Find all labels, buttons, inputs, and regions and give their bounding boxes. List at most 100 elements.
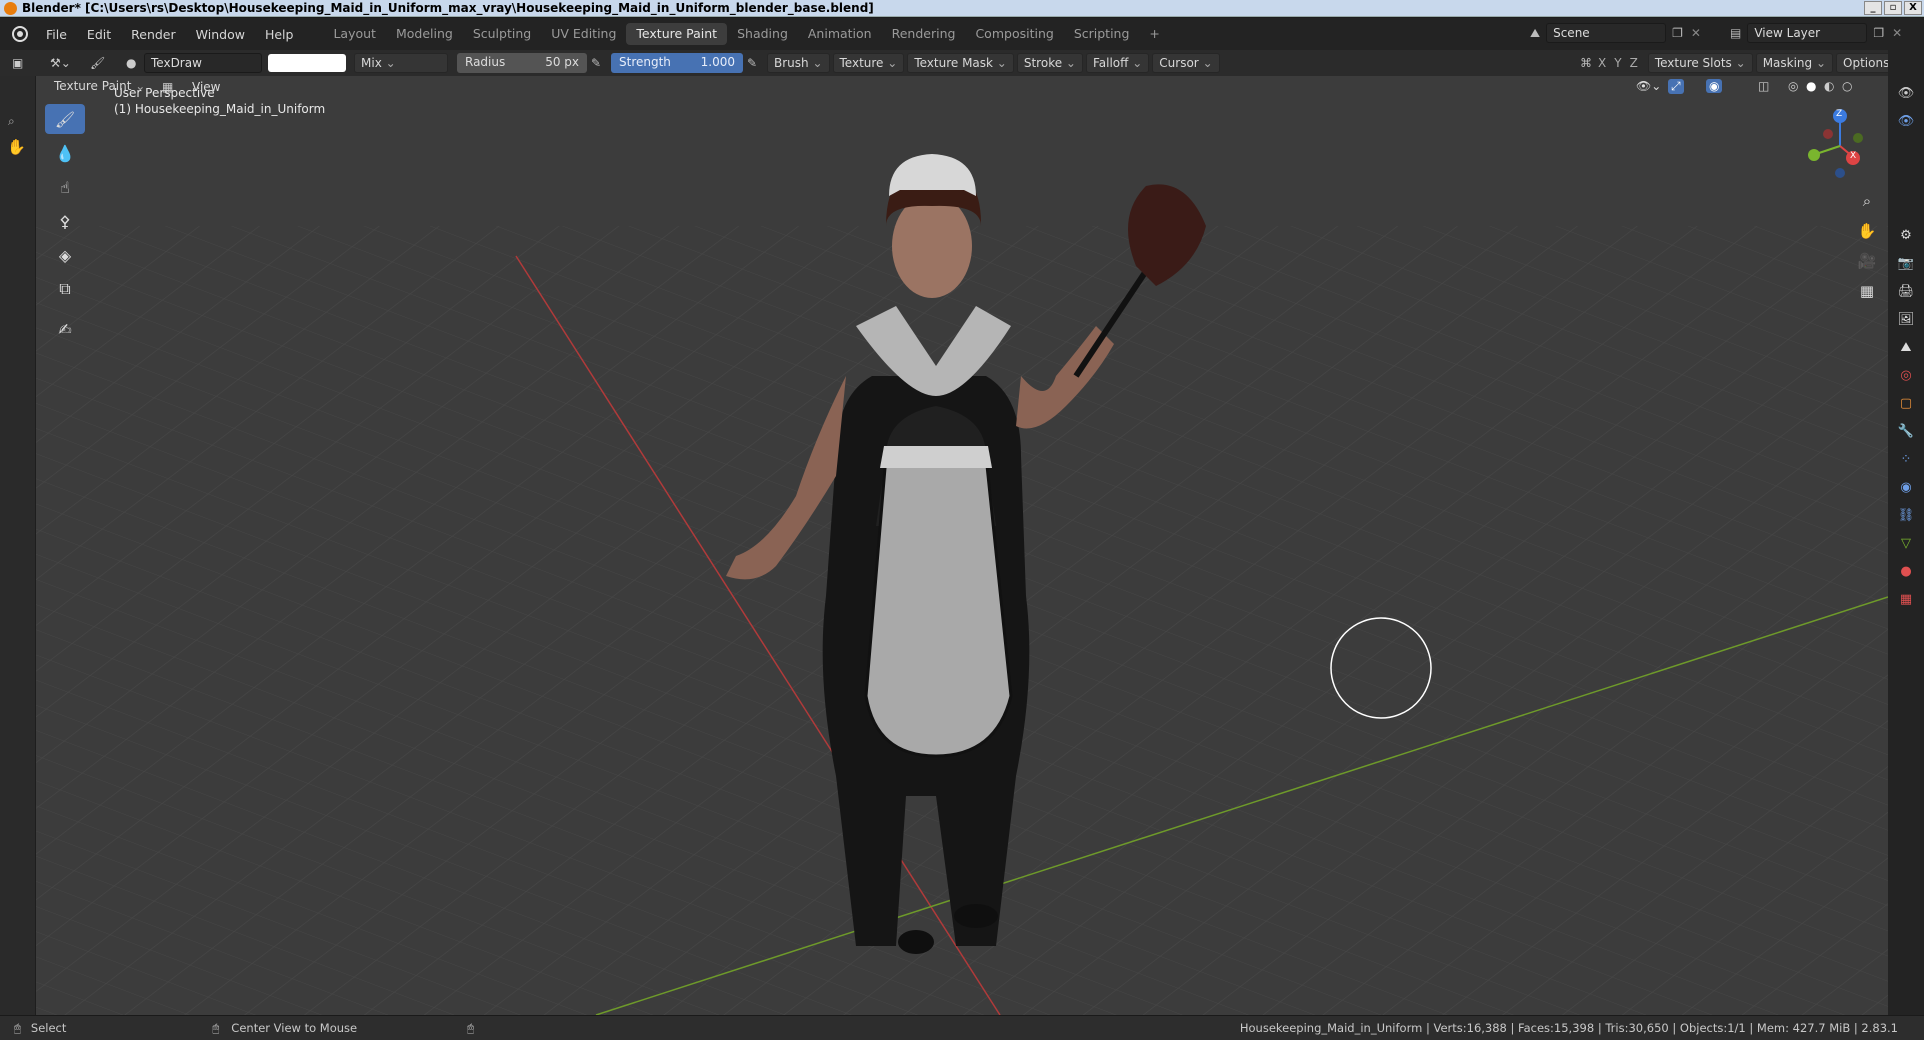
falloff-menu[interactable]: Falloff xyxy=(1085,53,1150,73)
new-view-layer-icon[interactable]: ❐ xyxy=(1873,26,1884,40)
menu-file[interactable]: File xyxy=(36,27,77,42)
editor-type-icon[interactable]: ▣ xyxy=(12,56,36,70)
strength-pressure-icon[interactable]: ✎ xyxy=(747,56,767,70)
viewport-header: Texture Paint ▦ View 👁⌄ ⤢ ◉ ◫ ◎ ● ◐ ○ xyxy=(36,76,1888,98)
output-properties-icon[interactable]: 🖨 xyxy=(1895,280,1917,302)
add-workspace-button[interactable]: + xyxy=(1139,23,1169,45)
constraints-properties-icon[interactable]: ⛓ xyxy=(1895,504,1917,526)
tab-animation[interactable]: Animation xyxy=(798,23,882,45)
material-shading-icon[interactable]: ◐ xyxy=(1824,79,1834,93)
tool-shelf: 🖌 💧 ☝ ⚴ ◈ ⧉ ✍ xyxy=(44,104,86,344)
fill-tool-button[interactable]: ◈ xyxy=(45,240,85,270)
mask-tool-button[interactable]: ⧉ xyxy=(45,274,85,304)
tab-layout[interactable]: Layout xyxy=(323,23,386,45)
solid-shading-icon[interactable]: ● xyxy=(1806,79,1816,93)
new-scene-icon[interactable]: ❐ xyxy=(1672,26,1683,40)
texture-slots-menu[interactable]: Texture Slots xyxy=(1647,53,1753,73)
tool-icon[interactable]: ⚒⌄ xyxy=(50,56,90,70)
gizmo-toggle-icon[interactable]: ⤢ xyxy=(1668,79,1684,94)
render-properties-icon[interactable]: 📷 xyxy=(1895,252,1917,274)
view-layer-field[interactable]: View Layer xyxy=(1747,23,1868,43)
view-layer-properties-icon[interactable]: 🖼 xyxy=(1895,308,1917,330)
mode-dropdown[interactable]: Texture Paint xyxy=(48,77,151,97)
object-properties-icon[interactable]: ▢ xyxy=(1895,392,1917,414)
blender-logo-icon[interactable] xyxy=(12,26,28,42)
3d-viewport[interactable]: User Perspective (1) Housekeeping_Maid_i… xyxy=(36,76,1888,1015)
scene-properties-icon[interactable]: ⛰ xyxy=(1895,336,1917,358)
tool-properties-icon[interactable]: ⚙ xyxy=(1895,224,1917,246)
overlays-toggle-icon[interactable]: ◉ xyxy=(1706,79,1723,93)
zoom-icon[interactable]: ⌕ xyxy=(8,114,15,129)
close-button[interactable]: X xyxy=(1904,1,1922,15)
texture-menu[interactable]: Texture xyxy=(832,53,905,73)
tab-compositing[interactable]: Compositing xyxy=(965,23,1063,45)
data-properties-icon[interactable]: ▽ xyxy=(1895,532,1917,554)
outliner-eye-icon[interactable]: 👁 xyxy=(1895,82,1917,104)
visibility-icon[interactable]: 👁⌄ xyxy=(1636,79,1661,93)
view-layer-icon[interactable]: ▤ xyxy=(1730,26,1741,40)
masking-menu[interactable]: Masking xyxy=(1755,53,1834,73)
menu-edit[interactable]: Edit xyxy=(77,27,121,42)
soften-tool-button[interactable]: 💧 xyxy=(45,138,85,168)
tab-modeling[interactable]: Modeling xyxy=(386,23,463,45)
scene-field[interactable]: Scene xyxy=(1546,23,1667,43)
texture-properties-icon[interactable]: ▦ xyxy=(1895,588,1917,610)
strength-slider[interactable]: Strength 1.000 xyxy=(611,53,743,73)
pan-view-button[interactable]: ✋ xyxy=(1854,218,1880,244)
rendered-shading-icon[interactable]: ○ xyxy=(1842,79,1852,93)
symmetry-z-button[interactable]: Z xyxy=(1630,56,1638,70)
zoom-view-button[interactable]: ⌕ xyxy=(1854,188,1880,214)
status-bar: 🖱 Select 🖱 Center View to Mouse 🖱 Housek… xyxy=(0,1015,1924,1040)
texture-mask-menu[interactable]: Texture Mask xyxy=(907,53,1014,73)
navigation-gizmo[interactable]: Z X xyxy=(1800,106,1880,186)
brush-color-swatch[interactable] xyxy=(268,54,346,72)
wireframe-shading-icon[interactable]: ◎ xyxy=(1788,79,1798,93)
physics-properties-icon[interactable]: ◉ xyxy=(1895,476,1917,498)
tab-sculpting[interactable]: Sculpting xyxy=(463,23,541,45)
clone-tool-button[interactable]: ⚴ xyxy=(45,206,85,236)
radius-slider[interactable]: Radius 50 px xyxy=(457,53,587,73)
symmetry-y-button[interactable]: Y xyxy=(1614,56,1621,70)
radius-pressure-icon[interactable]: ✎ xyxy=(591,56,611,70)
hand-icon[interactable]: ✋ xyxy=(7,138,26,156)
delete-scene-icon[interactable]: ✕ xyxy=(1691,26,1701,40)
material-properties-icon[interactable]: ● xyxy=(1895,560,1917,582)
tab-scripting[interactable]: Scripting xyxy=(1064,23,1140,45)
properties-tab-strip: 👁 👁 ⚙ 📷 🖨 🖼 ⛰ ◎ ▢ 🔧 ⁘ ◉ ⛓ ▽ ● ▦ xyxy=(1888,50,1924,1015)
brush-icon[interactable]: 🖌 xyxy=(90,56,120,70)
menu-window[interactable]: Window xyxy=(186,27,255,42)
cursor-menu[interactable]: Cursor xyxy=(1152,53,1220,73)
tab-shading[interactable]: Shading xyxy=(727,23,798,45)
brush-name-field[interactable]: TexDraw xyxy=(144,53,262,73)
strength-label: Strength xyxy=(619,55,671,69)
symmetry-icon[interactable]: ⌘ xyxy=(1580,56,1592,70)
maximize-button[interactable]: ▫ xyxy=(1884,1,1902,15)
camera-view-button[interactable]: 🎥 xyxy=(1854,248,1880,274)
perspective-toggle-button[interactable]: ▦ xyxy=(1854,278,1880,304)
smear-tool-button[interactable]: ☝ xyxy=(45,172,85,202)
draw-tool-button[interactable]: 🖌 xyxy=(45,104,85,134)
tab-uv-editing[interactable]: UV Editing xyxy=(541,23,626,45)
xray-icon[interactable]: ◫ xyxy=(1758,79,1769,93)
scene-icon[interactable]: ⛰ xyxy=(1530,26,1540,41)
top-menubar: File Edit Render Window Help Layout Mode… xyxy=(0,18,1924,50)
world-properties-icon[interactable]: ◎ xyxy=(1895,364,1917,386)
view-menu[interactable]: View xyxy=(192,80,220,94)
tab-rendering[interactable]: Rendering xyxy=(882,23,966,45)
delete-view-layer-icon[interactable]: ✕ xyxy=(1892,26,1902,40)
stroke-menu[interactable]: Stroke xyxy=(1016,53,1083,73)
modifier-properties-icon[interactable]: 🔧 xyxy=(1895,420,1917,442)
outliner-eye-active-icon[interactable]: 👁 xyxy=(1895,110,1917,132)
mouse-left-icon: 🖱 xyxy=(14,1020,21,1035)
strength-value: 1.000 xyxy=(700,55,735,69)
menu-render[interactable]: Render xyxy=(121,27,186,42)
brush-menu[interactable]: Brush xyxy=(767,53,830,73)
overlay-toggle-icon[interactable]: ▦ xyxy=(162,80,173,94)
particles-properties-icon[interactable]: ⁘ xyxy=(1895,448,1917,470)
symmetry-x-button[interactable]: X xyxy=(1598,56,1606,70)
tab-texture-paint[interactable]: Texture Paint xyxy=(626,23,728,45)
menu-help[interactable]: Help xyxy=(255,27,304,42)
annotate-tool-button[interactable]: ✍ xyxy=(45,314,85,344)
minimize-button[interactable]: _ xyxy=(1864,1,1882,15)
blend-mode-dropdown[interactable]: Mix xyxy=(354,53,448,73)
